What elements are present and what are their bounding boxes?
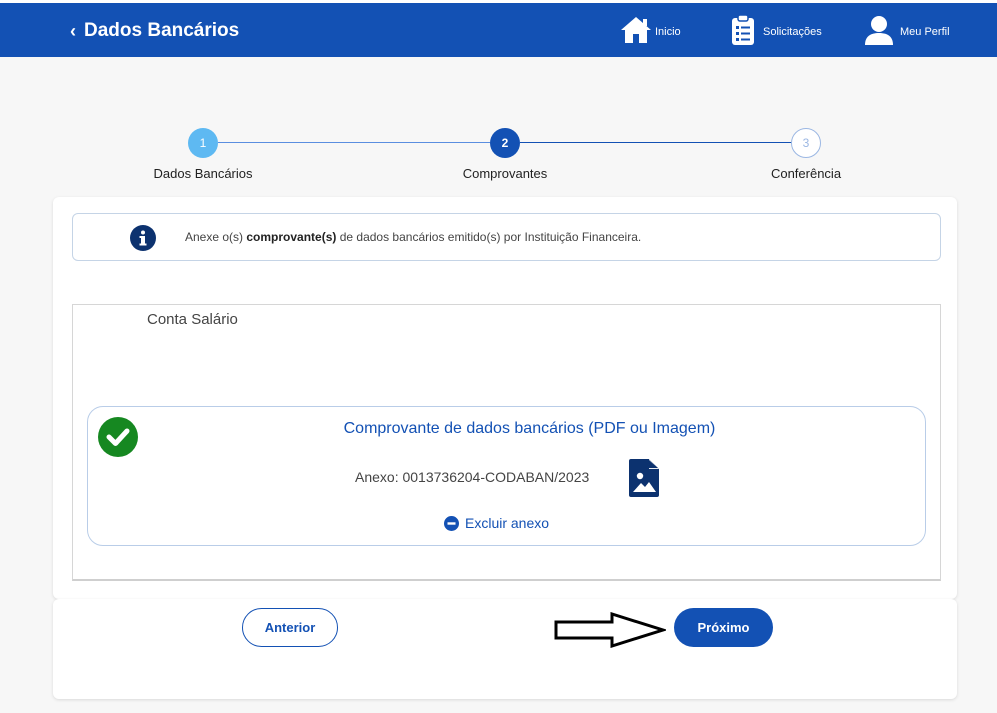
user-icon — [865, 16, 893, 45]
footer-card: Anterior Próximo — [53, 599, 957, 699]
step-3-indicator[interactable]: 3 — [791, 128, 821, 158]
remove-attachment-link[interactable]: Excluir anexo — [444, 515, 549, 531]
anterior-button[interactable]: Anterior — [242, 608, 338, 647]
page-title: Dados Bancários — [84, 20, 240, 41]
info-text: Anexe o(s) comprovante(s) de dados bancá… — [185, 230, 641, 244]
remove-attachment-label: Excluir anexo — [465, 515, 550, 531]
attachment-filename: Anexo: 0013736204-CODABAN/2023 — [355, 469, 590, 485]
step-connector — [520, 142, 792, 143]
file-image-icon[interactable] — [629, 459, 659, 497]
stepper: 1 2 3 Dados Bancários Comprovantes Confe… — [0, 128, 997, 188]
nav-meu-perfil[interactable]: Meu Perfil — [864, 11, 950, 49]
conta-salario-section: Conta Salário Comprovante de dados bancá… — [72, 304, 941, 581]
main-card: Anexe o(s) comprovante(s) de dados bancá… — [53, 197, 957, 599]
section-title: Conta Salário — [147, 311, 238, 328]
minus-circle-icon — [444, 515, 459, 531]
attachment-box: Comprovante de dados bancários (PDF ou I… — [87, 406, 926, 546]
info-text-bold: comprovante(s) — [246, 230, 337, 244]
home-icon — [621, 17, 651, 43]
step-2-indicator[interactable]: 2 — [490, 128, 520, 158]
attachment-title: Comprovante de dados bancários (PDF ou I… — [343, 420, 716, 437]
nav-inicio[interactable]: Inicio — [619, 11, 681, 49]
info-text-part: de dados bancários emitido(s) por Instit… — [336, 230, 642, 244]
proximo-button[interactable]: Próximo — [674, 608, 773, 647]
info-text-part: Anexe o(s) — [185, 230, 247, 244]
nav-inicio-label: Inicio — [655, 26, 681, 38]
clipboard-list-icon — [732, 14, 754, 45]
back-button[interactable]: ‹ Dados Bancários — [70, 19, 239, 43]
nav-solicitacoes-label: Solicitações — [763, 26, 822, 38]
step-3-label: Conferência — [770, 166, 842, 181]
top-bar: ‹ Dados Bancários Inicio Solicitações Me… — [0, 0, 997, 57]
step-1-label: Dados Bancários — [153, 166, 253, 181]
step-connector — [218, 142, 490, 143]
info-icon — [130, 225, 156, 251]
nav-meu-perfil-label: Meu Perfil — [900, 26, 950, 38]
step-1-indicator[interactable]: 1 — [188, 128, 218, 158]
step-2-label: Comprovantes — [462, 166, 548, 181]
nav-solicitacoes[interactable]: Solicitações — [731, 11, 822, 49]
arrow-right-outline-icon — [554, 612, 666, 648]
info-message: Anexe o(s) comprovante(s) de dados bancá… — [72, 213, 941, 261]
chevron-left-icon: ‹ — [70, 21, 76, 41]
